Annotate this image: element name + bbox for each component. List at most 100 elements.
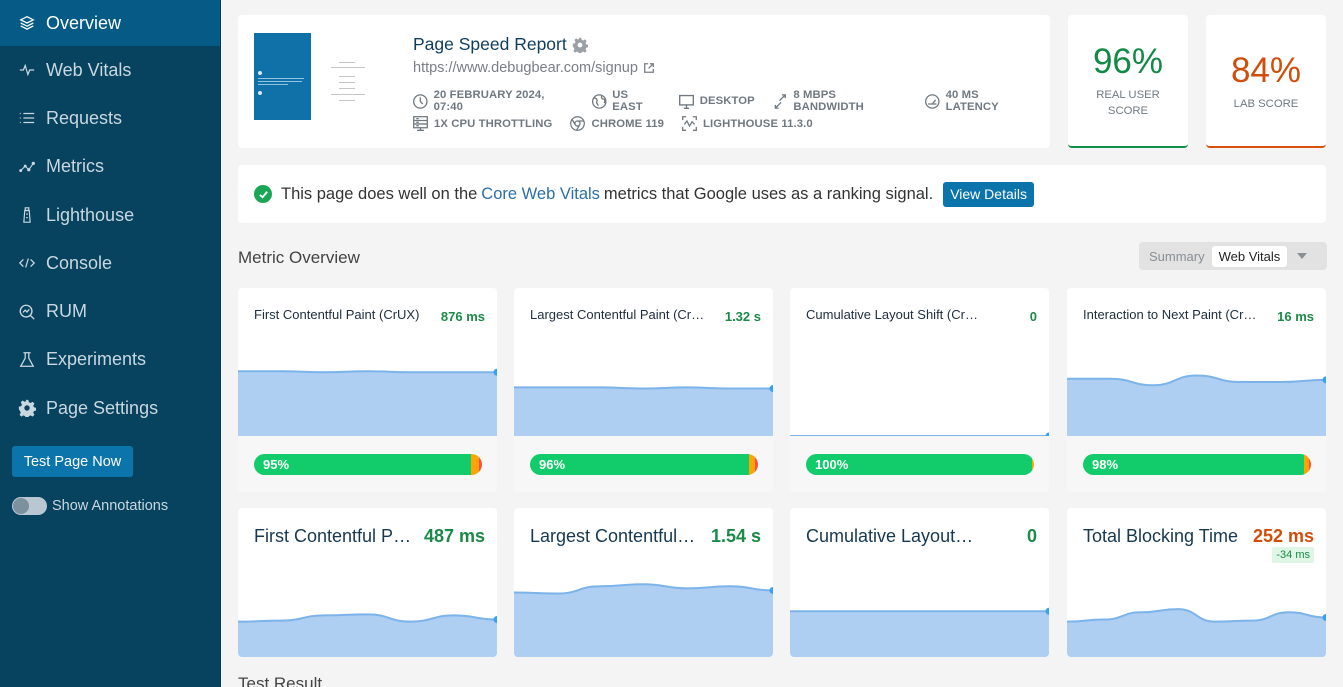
trend-line [514,386,773,390]
banner-text-before: This page does well on the [281,184,478,203]
thumbnail-line [339,62,355,63]
test-page-now-button[interactable]: Test Page Now [12,446,133,477]
good-percent-label: 95% [263,457,290,472]
real-user-score-label: REAL USER SCORE [1096,89,1160,117]
sidebar-item-metrics[interactable]: Metrics [0,143,220,191]
show-annotations-toggle[interactable] [12,497,47,515]
meta-latency: 40 MS LATENCY [924,89,1033,113]
lab-score-card[interactable]: 84% LAB SCORE [1206,15,1326,148]
show-annotations-label: Show Annotations [52,498,169,514]
distribution-bar: 96% [530,454,758,475]
gear-icon[interactable] [572,37,588,53]
sidebar-item-web-vitals[interactable]: Web Vitals [0,46,220,94]
lighthouse-icon [17,205,37,225]
latency-gauge-icon [924,93,940,109]
metric-view-selector: Summary Web Vitals [1139,242,1327,270]
lab-metric-tile[interactable]: Total Blocking Time 252 ms -34 ms [1067,508,1326,657]
sidebar-item-requests[interactable]: Requests [0,94,220,142]
metric-value: 252 ms [1252,526,1314,546]
page-title: Page Speed Report [413,34,567,54]
metric-name: First Contentful Paint (CrUX) [254,307,420,322]
distribution-bar: 95% [254,454,482,475]
sidebar-item-page-settings[interactable]: Page Settings [0,384,220,432]
lab-metric-tile[interactable]: Largest Contentful Paint 1.54 s [514,508,773,657]
sidebar-item-label: Console [46,252,113,273]
thumbnail-line [331,94,365,95]
crux-metric-tile[interactable]: Largest Contentful Paint (CrUX) 1.32 s 96% [514,288,773,492]
tile-header: First Contentful Paint 487 ms [254,526,485,547]
metric-trend-chart [514,583,773,657]
thumbnail-dot [258,91,262,95]
sidebar-item-label: Metrics [46,156,104,177]
crux-metric-tile[interactable]: Cumulative Layout Shift (CrUX) 0 100% [790,288,1049,492]
trend-area [514,584,773,657]
metric-name: Cumulative Layout Shift (CrUX) [806,307,981,322]
metric-value: 16 ms [1277,309,1314,324]
sidebar-item-lighthouse[interactable]: Lighthouse [0,191,220,239]
lab-metric-tile[interactable]: Cumulative Layout Shift 0 [790,508,1049,657]
thumbnail-line [258,84,288,85]
thumbnail-line [258,78,304,79]
good-percent-label: 98% [1092,457,1119,472]
test-settings-row-1: 20 FEBRUARY 2024, 07:40 US EAST DESKTOP … [412,89,1050,113]
metric-value: 876 ms [440,309,485,324]
crux-metric-tile[interactable]: First Contentful Paint (CrUX) 876 ms 95% [238,288,497,492]
good-percent-label: 96% [539,457,566,472]
metrics-chart-icon [17,157,37,177]
rum-search-icon [17,302,37,322]
meta-lighthouse-version: LIGHTHOUSE 11.3.0 [681,115,813,132]
meta-text: 8 MBPS BANDWIDTH [793,89,864,113]
tile-header: Cumulative Layout Shift (CrUX) 0 [806,307,1037,324]
sidebar-item-rum[interactable]: RUM [0,287,220,335]
tile-header: Total Blocking Time 252 ms [1083,526,1314,547]
pulse-icon [17,60,37,80]
tile-header: Largest Contentful Paint 1.54 s [530,526,761,547]
meta-text: 20 FEBRUARY 2024, 07:40 [433,89,545,113]
code-icon [17,253,37,273]
meta-text: DESKTOP [699,95,755,107]
sidebar-item-experiments[interactable]: Experiments [0,336,220,384]
thumbnail-line [258,81,302,82]
real-user-score-card[interactable]: 96% REAL USER SCORE [1068,15,1188,148]
metric-trend-chart [1067,608,1326,657]
sidebar-item-label: Web Vitals [46,59,132,80]
page-url-row: https://www.debugbear.com/signup [413,60,655,76]
meta-text: CHROME 119 [591,117,665,130]
meta-text: 40 MS LATENCY [945,89,999,113]
thumbnail-line [339,100,355,101]
thumbnail-line [339,88,355,89]
lab-score-value: 84% [1230,51,1302,90]
check-circle-icon [254,185,272,203]
meta-text: US EAST [612,89,643,113]
good-percent-label: 100% [815,457,849,472]
metric-value: 1.54 s [710,526,761,546]
metric-trend-chart [790,432,1049,436]
page-url-link[interactable]: https://www.debugbear.com/signup [413,60,638,76]
meta-text: 1X CPU THROTTLING [434,117,553,130]
sidebar: Overview Web Vitals Requests Metrics Lig… [0,0,221,687]
metric-name: First Contentful Paint [254,526,420,546]
crux-metric-tile[interactable]: Interaction to Next Paint (CrUX) 16 ms 98% [1067,288,1326,492]
external-link-icon[interactable] [643,62,655,74]
tile-header: First Contentful Paint (CrUX) 876 ms [254,307,485,324]
sidebar-item-label: RUM [46,301,87,322]
sidebar-item-label: Overview [46,12,122,33]
segment-summary[interactable]: Summary [1149,249,1205,264]
globe-icon [591,93,607,109]
lab-metric-tile[interactable]: First Contentful Paint 487 ms [238,508,497,657]
tile-header: Cumulative Layout Shift 0 [806,526,1037,547]
real-user-score-value: 96% [1092,42,1164,81]
sidebar-item-console[interactable]: Console [0,239,220,287]
page-screenshot-thumbnail[interactable] [254,33,384,120]
segment-web-vitals[interactable]: Web Vitals [1211,245,1288,267]
view-details-button[interactable]: View Details [943,181,1034,207]
lab-score-label: LAB SCORE [1233,98,1299,110]
trend-area [790,611,1049,657]
core-web-vitals-link[interactable]: Core Web Vitals [481,185,600,204]
chevron-down-icon[interactable] [1297,253,1308,259]
trend-area [1067,375,1326,436]
clock-icon [412,93,428,109]
thumbnail-left-panel [254,33,311,120]
sidebar-item-label: Lighthouse [46,204,135,225]
sidebar-item-overview[interactable]: Overview [0,0,220,46]
